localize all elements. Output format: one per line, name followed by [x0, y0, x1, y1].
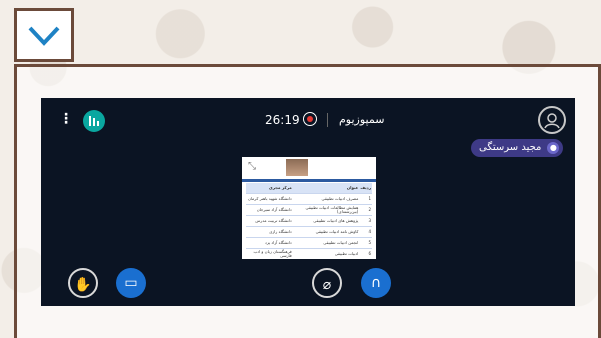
table-cell: دانشگاه آزاد یزد	[246, 237, 293, 249]
table-cell: دانشگاه رازی	[246, 226, 293, 238]
table-cell: پژوهش های ادبیات تطبیقی	[292, 215, 360, 227]
presentation-icon[interactable]: ▭	[116, 268, 146, 298]
record-icon[interactable]	[303, 112, 317, 126]
presentation-header: ⤡	[242, 157, 376, 179]
mic-icon: ●	[547, 142, 560, 154]
presenter-thumbnail	[286, 159, 308, 176]
meeting-timer: 26:19	[265, 113, 300, 127]
table-row: دانشگاه رازی کاوش نامه ادبیات تطبیقی 4	[246, 226, 372, 238]
presentation-table: مرکز مجری عنوان ردیف دانشگاه شهید باهنر …	[246, 183, 372, 259]
shared-presentation[interactable]: ⤡ مرکز مجری عنوان ردیف دانشگاه شهید باهن…	[242, 157, 376, 259]
table-cell: 1	[359, 193, 372, 205]
table-row: دانشگاه آزاد سیرجان همایش مطالعات ادبیات…	[246, 204, 372, 216]
table-cell: انجمن ادبیات تطبیقی	[292, 237, 360, 249]
bar-chart-icon[interactable]	[83, 110, 105, 132]
table-cell: کاوش نامه ادبیات تطبیقی	[292, 226, 360, 238]
table-header: ردیف	[359, 183, 372, 194]
expand-icon[interactable]: ⤡	[248, 161, 256, 172]
hand-raise-icon[interactable]: ✋	[68, 268, 98, 298]
table-cell: دانشگاه تربیت مدرس	[246, 215, 293, 227]
more-vertical-icon[interactable]: ⋮	[59, 112, 73, 126]
table-header: عنوان	[292, 183, 360, 194]
table-cell: 5	[359, 237, 372, 249]
active-speaker-chip: مجید سرستگی ●	[471, 139, 564, 157]
table-cell: 6	[359, 248, 372, 259]
table-row: دانشگاه تربیت مدرس پژوهش های ادبیات تطبی…	[246, 215, 372, 227]
meeting-screen: ⋮ 26:19 سمپوزیوم مجید سرستگی ● ⤡ مرکز مج…	[41, 98, 575, 306]
table-cell: 4	[359, 226, 372, 238]
collapse-button[interactable]	[14, 8, 74, 62]
table-cell: فرهنگستان زبان و ادب فارسی	[246, 248, 293, 259]
divider	[327, 113, 328, 127]
table-row: دانشگاه شهید باهنر کرمان مصرف ادبیات تطب…	[246, 193, 372, 205]
chevron-down-icon	[28, 26, 60, 46]
table-cell: همایش مطالعات ادبیات تطبیقی (بین‌رشته‌ای…	[292, 204, 360, 216]
table-cell: دانشگاه آزاد سیرجان	[246, 204, 293, 216]
camera-off-icon[interactable]: ⌀	[312, 268, 342, 298]
presentation-band	[242, 179, 376, 182]
table-header-row: مرکز مجری عنوان ردیف	[246, 183, 372, 194]
headphones-icon[interactable]: ∩	[361, 268, 391, 298]
table-row: دانشگاه آزاد یزد انجمن ادبیات تطبیقی 5	[246, 237, 372, 249]
meeting-title: سمپوزیوم	[339, 113, 385, 126]
table-cell: 2	[359, 204, 372, 216]
table-header: مرکز مجری	[246, 183, 293, 194]
table-cell: 3	[359, 215, 372, 227]
table-cell: دانشگاه شهید باهنر کرمان	[246, 193, 293, 205]
table-row: فرهنگستان زبان و ادب فارسی ادبیات تطبیقی…	[246, 248, 372, 259]
table-cell: مصرف ادبیات تطبیقی	[292, 193, 360, 205]
speaker-name: مجید سرستگی	[479, 142, 542, 153]
table-cell: ادبیات تطبیقی	[292, 248, 360, 259]
user-circle-icon[interactable]	[538, 106, 566, 134]
